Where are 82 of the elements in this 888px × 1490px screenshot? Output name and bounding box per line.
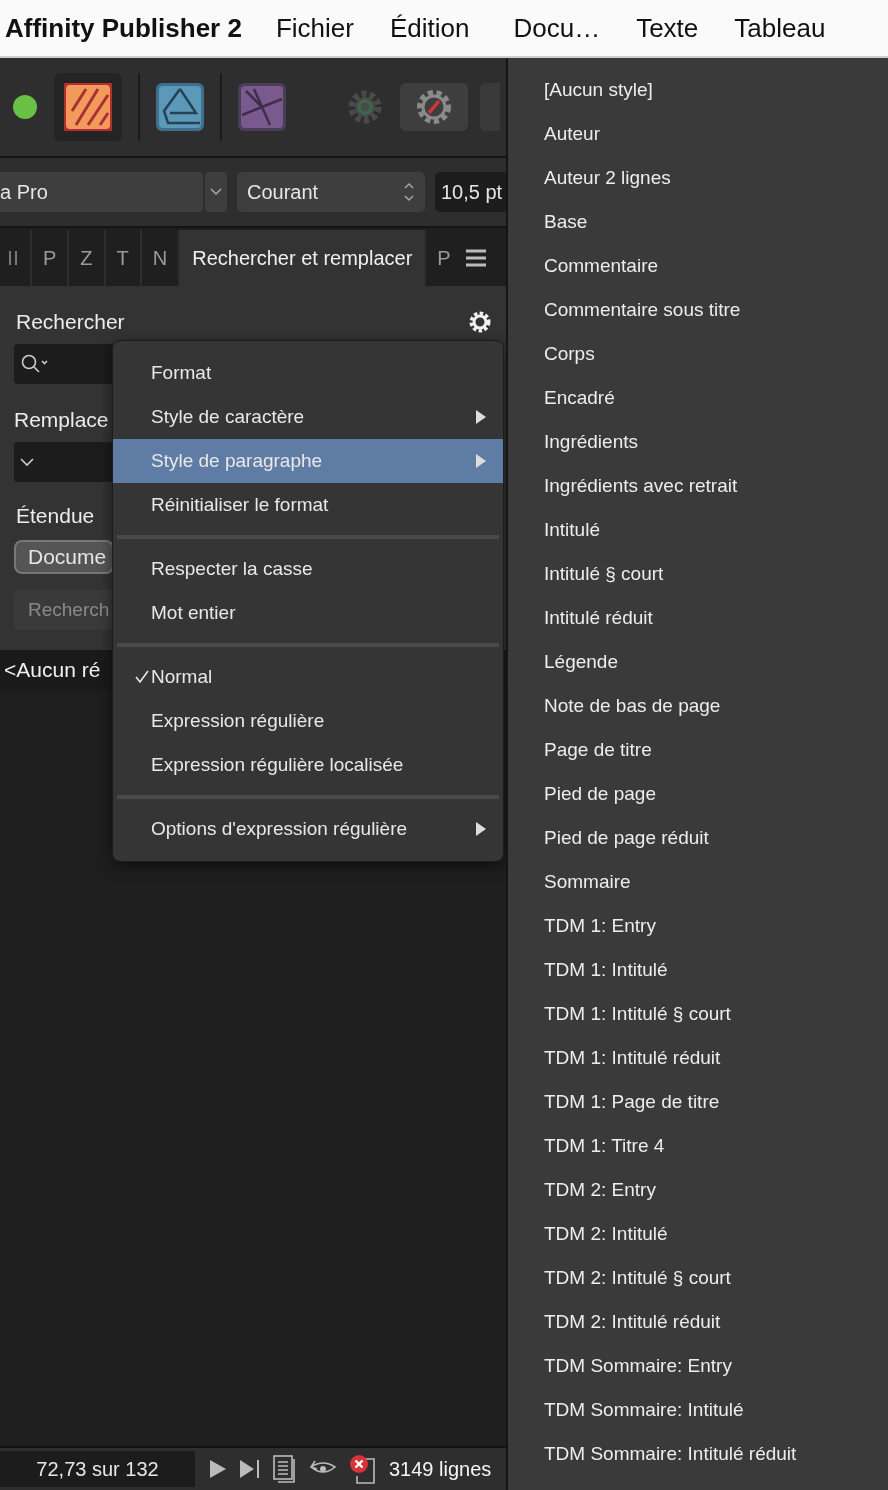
line-count: 3149 lignes [389,1457,492,1481]
menu-item[interactable]: Auteur [544,112,888,156]
menu-item[interactable]: Ingrédients [544,420,888,464]
menu-item[interactable]: Options d'expression régulière [113,807,503,851]
menu-item[interactable]: TDM 1: Titre 4 [544,1124,888,1168]
menu-item[interactable]: Style de paragraphe [113,439,503,483]
skip-end-icon[interactable] [239,1459,261,1479]
menu-item[interactable]: Auteur 2 lignes [544,156,888,200]
scope-label: Étendue [15,504,95,528]
menu-item[interactable]: Expression régulière localisée [113,743,503,787]
menu-item[interactable]: Corps [544,332,888,376]
menu-item[interactable]: TDM Sommaire: Intitulé [544,1388,888,1432]
menu-item[interactable]: TDM 1: Entry [544,904,888,948]
settings-icon[interactable] [468,310,492,334]
menu-item[interactable]: Intitulé § court [544,552,888,596]
menu-item[interactable]: TDM 1: Page de titre [544,1080,888,1124]
menu-item[interactable]: TDM Sommaire: Entry [544,1344,888,1388]
menu-item[interactable]: Intitulé [544,508,888,552]
font-field[interactable]: a Pro [0,172,203,212]
submenu-arrow-icon [475,409,487,425]
font-dropdown-button[interactable] [205,172,227,212]
menu-item[interactable]: Docu… [513,12,601,44]
find-label: Rechercher [16,310,125,334]
menu-item[interactable]: Tableau [734,12,826,44]
menu-item[interactable]: Mot entier [113,591,503,635]
menu-item[interactable]: [Aucun style] [544,68,888,112]
replace-field[interactable] [14,442,114,482]
play-icon[interactable] [209,1459,227,1479]
menu-item[interactable]: TDM Sommaire: Intitulé réduit [544,1432,888,1476]
search-field[interactable] [14,344,114,384]
menu-item[interactable]: Texte [636,12,699,44]
menu-item[interactable]: Pied de page [544,772,888,816]
menu-item[interactable]: Pied de page réduit [544,816,888,860]
gear-icon [414,87,454,127]
font-size-field[interactable]: 10,5 pt [435,172,506,212]
font-style-field[interactable]: Courant [237,172,425,212]
menu-item[interactable]: Intitulé réduit [544,596,888,640]
replace-label: Remplace [14,408,109,432]
menu-item[interactable]: Sommaire [544,860,888,904]
settings-button[interactable] [400,83,468,131]
no-result-text: <Aucun ré [4,658,101,682]
menu-item[interactable]: Ingrédients avec retrait [544,464,888,508]
menu-item[interactable]: Édition [389,12,470,44]
menu-item[interactable]: Réinitialiser le format [113,483,503,527]
submenu-arrow-icon [475,453,487,469]
error-icon[interactable] [349,1454,377,1484]
chevron-down-icon [210,188,222,196]
menu-item[interactable]: Légende [544,640,888,684]
submenu-arrow-icon [475,821,487,837]
menu-item[interactable]: Normal [113,655,503,699]
menu-item[interactable]: Fichier [275,12,354,44]
designer-persona-icon[interactable] [156,83,204,131]
menu-item[interactable]: Expression régulière [113,699,503,743]
menu-item[interactable]: Style de caractère [113,395,503,439]
menu-item[interactable]: TDM 2: Entry [544,1168,888,1212]
menu-item[interactable]: TDM 2: Intitulé § court [544,1256,888,1300]
stepper-icon [403,181,415,203]
app-menu[interactable]: Affinity Publisher 2 [5,12,242,44]
menu-item[interactable]: TDM 2: Intitulé réduit [544,1300,888,1344]
menu-item[interactable]: Commentaire [544,244,888,288]
menu-item[interactable]: Respecter la casse [113,547,503,591]
menu-item[interactable]: Encadré [544,376,888,420]
panel-tab[interactable]: Rechercher et remplacer [178,230,425,286]
menu-item[interactable]: TDM 1: Intitulé § court [544,992,888,1036]
menu-item[interactable]: TDM 2: Intitulé [544,1212,888,1256]
menu-icon[interactable] [465,249,486,267]
scope-dropdown[interactable]: Docume [14,540,114,574]
menu-item[interactable]: TDM 1: Intitulé réduit [544,1036,888,1080]
menu-item[interactable]: TDM 1: Intitulé [544,948,888,992]
publisher-persona-button[interactable] [54,73,122,141]
chevron-down-icon [20,457,34,467]
publisher-logo-icon [64,83,112,131]
document-icon[interactable] [273,1455,297,1483]
search-icon [20,353,50,375]
page-position: 72,73 sur 132 [0,1451,195,1487]
menu-item[interactable]: Page de titre [544,728,888,772]
menu-item[interactable]: Base [544,200,888,244]
menu-item[interactable]: Commentaire sous titre [544,288,888,332]
status-dot-icon [12,94,38,120]
menu-item[interactable]: Note de bas de page [544,684,888,728]
grip-icon[interactable] [8,249,18,267]
menu-item[interactable]: Format [113,351,503,395]
